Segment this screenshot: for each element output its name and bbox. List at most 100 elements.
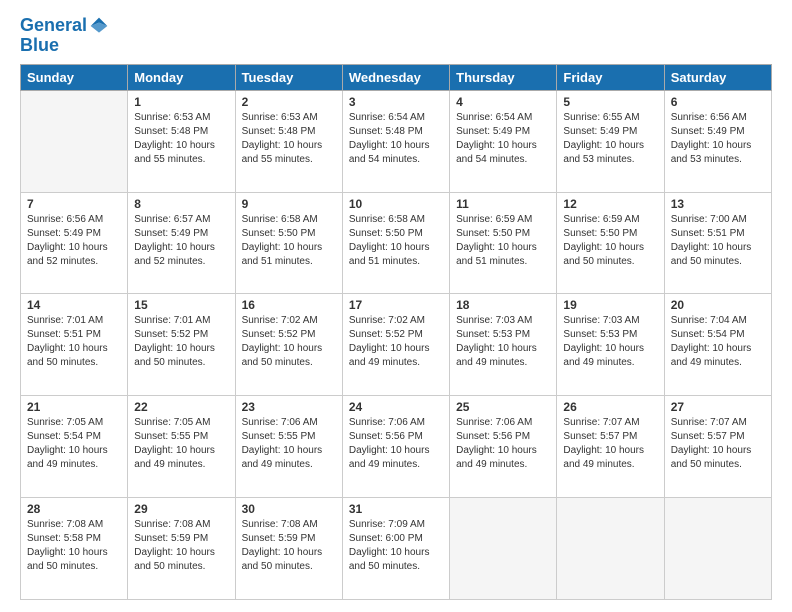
calendar-cell: 10 Sunrise: 6:58 AM Sunset: 5:50 PM Dayli…: [342, 192, 449, 294]
calendar-cell: 2 Sunrise: 6:53 AM Sunset: 5:48 PM Daylig…: [235, 90, 342, 192]
weekday-header-thursday: Thursday: [450, 64, 557, 90]
calendar-cell: 31Sunrise: 7:09 AM Sunset: 6:00 PM Dayli…: [342, 498, 449, 600]
day-info: Sunrise: 7:06 AM Sunset: 5:55 PM Dayligh…: [242, 416, 336, 472]
calendar-cell: 8 Sunrise: 6:57 AM Sunset: 5:49 PM Daylig…: [128, 192, 235, 294]
week-row-2: 7 Sunrise: 6:56 AM Sunset: 5:49 PM Daylig…: [21, 192, 772, 294]
calendar-cell: 14 Sunrise: 7:01 AM Sunset: 5:51 PM Dayli…: [21, 294, 128, 396]
day-info: Sunrise: 6:59 AM Sunset: 5:50 PM Dayligh…: [456, 213, 550, 269]
day-number: 13: [671, 197, 765, 211]
day-info: Sunrise: 7:08 AM Sunset: 5:59 PM Dayligh…: [134, 518, 228, 574]
calendar-cell: 18 Sunrise: 7:03 AM Sunset: 5:53 PM Dayli…: [450, 294, 557, 396]
calendar-cell: [557, 498, 664, 600]
calendar-cell: 1 Sunrise: 6:53 AM Sunset: 5:48 PM Daylig…: [128, 90, 235, 192]
day-info: Sunrise: 7:01 AM Sunset: 5:51 PM Dayligh…: [27, 314, 121, 370]
weekday-header-friday: Friday: [557, 64, 664, 90]
weekday-header-tuesday: Tuesday: [235, 64, 342, 90]
calendar-cell: [664, 498, 771, 600]
day-number: 24: [349, 400, 443, 414]
logo-text-line2: Blue: [20, 36, 109, 56]
day-info: Sunrise: 7:06 AM Sunset: 5:56 PM Dayligh…: [456, 416, 550, 472]
day-info: Sunrise: 6:53 AM Sunset: 5:48 PM Dayligh…: [134, 111, 228, 167]
header: General Blue: [20, 16, 772, 56]
calendar-cell: 28Sunrise: 7:08 AM Sunset: 5:58 PM Dayli…: [21, 498, 128, 600]
day-number: 5: [563, 95, 657, 109]
calendar-cell: [450, 498, 557, 600]
calendar-cell: 17 Sunrise: 7:02 AM Sunset: 5:52 PM Dayli…: [342, 294, 449, 396]
calendar-cell: 21 Sunrise: 7:05 AM Sunset: 5:54 PM Dayli…: [21, 396, 128, 498]
logo-text-line1: General: [20, 16, 87, 36]
day-number: 6: [671, 95, 765, 109]
day-info: Sunrise: 6:58 AM Sunset: 5:50 PM Dayligh…: [349, 213, 443, 269]
calendar-cell: 9 Sunrise: 6:58 AM Sunset: 5:50 PM Daylig…: [235, 192, 342, 294]
day-info: Sunrise: 7:00 AM Sunset: 5:51 PM Dayligh…: [671, 213, 765, 269]
week-row-4: 21 Sunrise: 7:05 AM Sunset: 5:54 PM Dayli…: [21, 396, 772, 498]
day-info: Sunrise: 7:03 AM Sunset: 5:53 PM Dayligh…: [563, 314, 657, 370]
week-row-3: 14 Sunrise: 7:01 AM Sunset: 5:51 PM Dayli…: [21, 294, 772, 396]
calendar-cell: [21, 90, 128, 192]
day-number: 2: [242, 95, 336, 109]
weekday-header-wednesday: Wednesday: [342, 64, 449, 90]
day-info: Sunrise: 7:07 AM Sunset: 5:57 PM Dayligh…: [671, 416, 765, 472]
day-number: 27: [671, 400, 765, 414]
day-info: Sunrise: 6:57 AM Sunset: 5:49 PM Dayligh…: [134, 213, 228, 269]
day-number: 18: [456, 298, 550, 312]
day-number: 21: [27, 400, 121, 414]
logo: General Blue: [20, 16, 109, 56]
day-number: 9: [242, 197, 336, 211]
day-info: Sunrise: 7:04 AM Sunset: 5:54 PM Dayligh…: [671, 314, 765, 370]
calendar-cell: 27 Sunrise: 7:07 AM Sunset: 5:57 PM Dayli…: [664, 396, 771, 498]
day-info: Sunrise: 7:03 AM Sunset: 5:53 PM Dayligh…: [456, 314, 550, 370]
day-number: 16: [242, 298, 336, 312]
day-number: 12: [563, 197, 657, 211]
day-info: Sunrise: 6:53 AM Sunset: 5:48 PM Dayligh…: [242, 111, 336, 167]
logo-icon: [89, 16, 109, 36]
calendar-cell: 20Sunrise: 7:04 AM Sunset: 5:54 PM Dayli…: [664, 294, 771, 396]
day-info: Sunrise: 7:05 AM Sunset: 5:55 PM Dayligh…: [134, 416, 228, 472]
day-info: Sunrise: 7:01 AM Sunset: 5:52 PM Dayligh…: [134, 314, 228, 370]
page: General Blue SundayMondayTuesdayWednesda…: [0, 0, 792, 612]
calendar-cell: 19 Sunrise: 7:03 AM Sunset: 5:53 PM Dayli…: [557, 294, 664, 396]
weekday-header-row: SundayMondayTuesdayWednesdayThursdayFrid…: [21, 64, 772, 90]
day-number: 19: [563, 298, 657, 312]
week-row-5: 28Sunrise: 7:08 AM Sunset: 5:58 PM Dayli…: [21, 498, 772, 600]
day-number: 17: [349, 298, 443, 312]
day-number: 31: [349, 502, 443, 516]
day-info: Sunrise: 6:56 AM Sunset: 5:49 PM Dayligh…: [27, 213, 121, 269]
calendar-cell: 15Sunrise: 7:01 AM Sunset: 5:52 PM Dayli…: [128, 294, 235, 396]
calendar-cell: 6Sunrise: 6:56 AM Sunset: 5:49 PM Daylig…: [664, 90, 771, 192]
calendar-cell: 3Sunrise: 6:54 AM Sunset: 5:48 PM Daylig…: [342, 90, 449, 192]
calendar-cell: 4Sunrise: 6:54 AM Sunset: 5:49 PM Daylig…: [450, 90, 557, 192]
weekday-header-monday: Monday: [128, 64, 235, 90]
day-info: Sunrise: 7:05 AM Sunset: 5:54 PM Dayligh…: [27, 416, 121, 472]
day-info: Sunrise: 6:54 AM Sunset: 5:48 PM Dayligh…: [349, 111, 443, 167]
day-number: 11: [456, 197, 550, 211]
calendar-cell: 16Sunrise: 7:02 AM Sunset: 5:52 PM Dayli…: [235, 294, 342, 396]
calendar-cell: 26 Sunrise: 7:07 AM Sunset: 5:57 PM Dayli…: [557, 396, 664, 498]
day-info: Sunrise: 7:08 AM Sunset: 5:58 PM Dayligh…: [27, 518, 121, 574]
day-info: Sunrise: 7:08 AM Sunset: 5:59 PM Dayligh…: [242, 518, 336, 574]
day-number: 1: [134, 95, 228, 109]
weekday-header-saturday: Saturday: [664, 64, 771, 90]
calendar-cell: 23 Sunrise: 7:06 AM Sunset: 5:55 PM Dayli…: [235, 396, 342, 498]
day-number: 22: [134, 400, 228, 414]
day-number: 7: [27, 197, 121, 211]
day-number: 29: [134, 502, 228, 516]
day-number: 23: [242, 400, 336, 414]
calendar-cell: 11 Sunrise: 6:59 AM Sunset: 5:50 PM Dayli…: [450, 192, 557, 294]
calendar-cell: 25 Sunrise: 7:06 AM Sunset: 5:56 PM Dayli…: [450, 396, 557, 498]
calendar-cell: 30 Sunrise: 7:08 AM Sunset: 5:59 PM Dayli…: [235, 498, 342, 600]
day-info: Sunrise: 7:02 AM Sunset: 5:52 PM Dayligh…: [349, 314, 443, 370]
day-number: 10: [349, 197, 443, 211]
day-info: Sunrise: 7:07 AM Sunset: 5:57 PM Dayligh…: [563, 416, 657, 472]
weekday-header-sunday: Sunday: [21, 64, 128, 90]
calendar-cell: 13 Sunrise: 7:00 AM Sunset: 5:51 PM Dayli…: [664, 192, 771, 294]
day-number: 26: [563, 400, 657, 414]
day-info: Sunrise: 6:58 AM Sunset: 5:50 PM Dayligh…: [242, 213, 336, 269]
calendar-table: SundayMondayTuesdayWednesdayThursdayFrid…: [20, 64, 772, 600]
day-number: 25: [456, 400, 550, 414]
day-number: 30: [242, 502, 336, 516]
calendar-cell: 12Sunrise: 6:59 AM Sunset: 5:50 PM Dayli…: [557, 192, 664, 294]
day-info: Sunrise: 7:06 AM Sunset: 5:56 PM Dayligh…: [349, 416, 443, 472]
day-number: 14: [27, 298, 121, 312]
day-number: 8: [134, 197, 228, 211]
